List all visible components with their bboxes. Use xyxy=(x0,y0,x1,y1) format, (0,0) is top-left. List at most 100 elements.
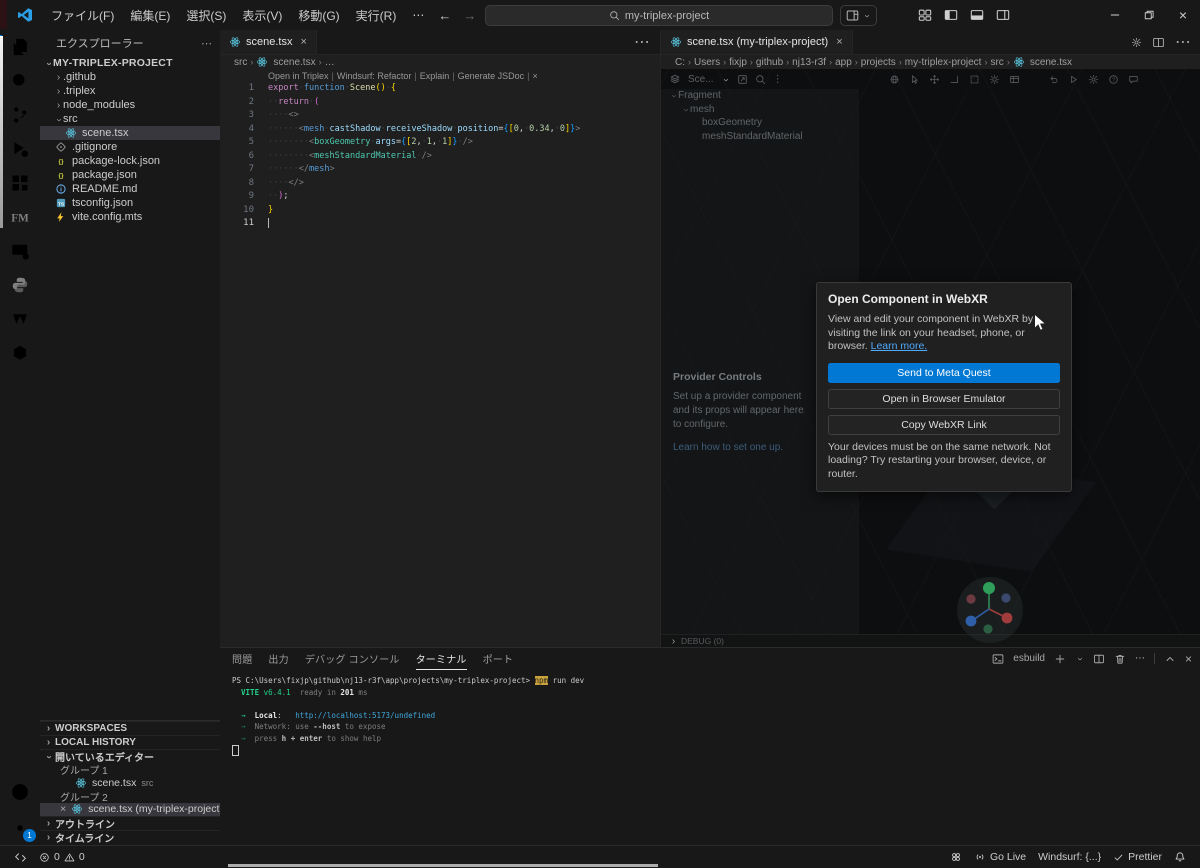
kebab-menu-icon[interactable]: ⋮ xyxy=(773,74,783,85)
activity-extensions-icon[interactable] xyxy=(0,166,40,200)
customize-layout-icon[interactable] xyxy=(918,8,932,22)
panel-tab-問題[interactable]: 問題 xyxy=(232,648,252,670)
breadcrumb-item[interactable]: … xyxy=(325,57,335,68)
learn-more-link[interactable]: Learn more. xyxy=(871,340,928,352)
globe-tool-icon[interactable] xyxy=(889,74,900,85)
axis-gizmo[interactable] xyxy=(955,575,1025,645)
tree-item--triplex[interactable]: ›.triplex xyxy=(40,84,220,98)
tree-root[interactable]: ›MY-TRIPLEX-PROJECT xyxy=(40,56,220,70)
search-icon[interactable] xyxy=(755,74,766,85)
codelens-dismiss-icon[interactable]: × xyxy=(533,71,538,81)
breadcrumb-item[interactable]: C: xyxy=(675,57,685,68)
breadcrumb-item[interactable]: scene.tsx xyxy=(273,57,315,68)
activity-account-icon[interactable] xyxy=(0,775,40,809)
tree-item-scene-tsx[interactable]: scene.tsx xyxy=(40,126,220,140)
camera-tool-icon[interactable] xyxy=(1009,74,1020,85)
codelens[interactable]: Open in Triplex|Windsurf: Refactor|Expla… xyxy=(268,71,660,81)
terminal-instance-label[interactable]: esbuild xyxy=(1013,653,1045,664)
nav-back-icon[interactable]: ← xyxy=(438,8,451,23)
breadcrumb-item[interactable]: app xyxy=(835,57,852,68)
activity-windsurf-icon[interactable] xyxy=(0,302,40,336)
breadcrumb-item[interactable]: my-triplex-project xyxy=(905,57,982,68)
activity-python-icon[interactable] xyxy=(0,268,40,302)
activity-search-icon[interactable] xyxy=(0,64,40,98)
scene-node-mesh[interactable]: ›mesh xyxy=(661,103,859,117)
code-line-10[interactable]: 10} xyxy=(220,204,660,218)
split-editor-icon[interactable] xyxy=(1152,36,1165,49)
command-center-search[interactable]: my-triplex-project xyxy=(485,5,833,26)
activity-remote-device-icon[interactable] xyxy=(0,234,40,268)
section-タイムライン[interactable]: ›タイムライン xyxy=(40,830,220,844)
breadcrumb-item[interactable]: src xyxy=(234,57,247,68)
editor-actions-more-icon[interactable]: ⋯ xyxy=(634,32,650,52)
scene-node-fragment[interactable]: ›Fragment xyxy=(661,89,859,103)
menu-item-5[interactable]: 実行(R) xyxy=(348,4,405,26)
play-tool-icon[interactable] xyxy=(1068,74,1079,85)
code-line-5[interactable]: 5········<boxGeometry·args={[2,·1,·1]}·/… xyxy=(220,136,660,150)
go-live-button[interactable]: Go Live xyxy=(968,846,1032,868)
tree-item--gitignore[interactable]: .gitignore xyxy=(40,140,220,154)
code-line-3[interactable]: 3····<> xyxy=(220,109,660,123)
tree-item-vite-config-mts[interactable]: vite.config.mts xyxy=(40,210,220,224)
code-line-7[interactable]: 7······</mesh> xyxy=(220,163,660,177)
activity-run-debug-icon[interactable] xyxy=(0,132,40,166)
problems-status[interactable]: 0 0 xyxy=(33,846,91,868)
breadcrumb-item[interactable]: nj13-r3f xyxy=(792,57,826,68)
extension-status-icon[interactable] xyxy=(944,846,968,868)
activity-source-control-icon[interactable] xyxy=(0,98,40,132)
section-アウトライン[interactable]: ›アウトライン xyxy=(40,816,220,830)
copy-webxr-link-button[interactable]: Copy WebXR Link xyxy=(828,415,1060,435)
open-in-browser-emulator-button[interactable]: Open in Browser Emulator xyxy=(828,389,1060,409)
breadcrumb-item[interactable]: github xyxy=(756,57,783,68)
codelens-action[interactable]: Windsurf: Refactor xyxy=(337,71,412,81)
panel-tab-ポート[interactable]: ポート xyxy=(483,648,514,670)
code-editor[interactable]: Open in Triplex|Windsurf: Refactor|Expla… xyxy=(220,69,660,647)
codelens-action[interactable]: Generate JSDoc xyxy=(458,71,525,81)
undo-tool-icon[interactable] xyxy=(1048,74,1059,85)
kill-terminal-icon[interactable] xyxy=(1114,653,1126,665)
rotate-tool-icon[interactable] xyxy=(949,74,960,85)
codelens-action[interactable]: Open in Triplex xyxy=(268,71,329,81)
section-local-history[interactable]: ›LOCAL HISTORY xyxy=(40,735,220,749)
code-line-8[interactable]: 8····</> xyxy=(220,177,660,191)
light-tool-icon[interactable] xyxy=(989,74,1000,85)
menu-overflow[interactable]: ⋯ xyxy=(404,4,432,26)
scene-node-meshstandardmaterial[interactable]: meshStandardMaterial xyxy=(661,130,859,144)
panel-tab-出力[interactable]: 出力 xyxy=(268,648,288,670)
maximize-panel-icon[interactable] xyxy=(1164,653,1176,665)
open-editor-item[interactable]: scene.tsxsrc xyxy=(40,776,220,790)
code-line-9[interactable]: 9··); xyxy=(220,190,660,204)
debug-bar[interactable]: › DEBUG (0) xyxy=(661,634,1200,647)
breadcrumb-item[interactable]: projects xyxy=(861,57,896,68)
breadcrumb-item[interactable]: fixjp xyxy=(729,57,747,68)
close-panel-icon[interactable]: × xyxy=(1185,652,1192,666)
gear-icon[interactable] xyxy=(1131,37,1142,48)
tree-item-node-modules[interactable]: ›node_modules xyxy=(40,98,220,112)
open-in-editor-icon[interactable] xyxy=(737,74,748,85)
editor-actions-more-icon[interactable]: ⋯ xyxy=(1175,32,1191,52)
section-workspaces[interactable]: ›WORKSPACES xyxy=(40,721,220,735)
tree-item-readme-md[interactable]: README.md xyxy=(40,182,220,196)
menu-item-2[interactable]: 選択(S) xyxy=(178,4,234,26)
breadcrumb-item[interactable]: scene.tsx xyxy=(1030,57,1072,68)
tree-item-package-lock-json[interactable]: {}package-lock.json xyxy=(40,154,220,168)
tab-scene-triplex[interactable]: scene.tsx (my-triplex-project) × xyxy=(661,30,853,54)
close-button[interactable]: × xyxy=(1166,0,1200,30)
code-line-1[interactable]: 1export·function·Scene()·{ xyxy=(220,82,660,96)
toggle-sidebar-icon[interactable] xyxy=(944,8,958,22)
minimize-button[interactable] xyxy=(1098,0,1132,30)
tree-item-package-json[interactable]: {}package.json xyxy=(40,168,220,182)
layout-dropdown-button[interactable]: › xyxy=(840,5,877,26)
breadcrumb-item[interactable]: src xyxy=(990,57,1003,68)
scene-select[interactable]: Sce... xyxy=(688,74,714,85)
tree-item-tsconfig-json[interactable]: TStsconfig.json xyxy=(40,196,220,210)
nav-forward-icon[interactable]: → xyxy=(463,8,476,23)
breadcrumb[interactable]: src›scene.tsx›… xyxy=(220,55,660,69)
split-terminal-icon[interactable] xyxy=(1093,653,1105,665)
new-terminal-icon[interactable] xyxy=(1054,653,1066,665)
breadcrumb-item[interactable]: Users xyxy=(694,57,720,68)
chevron-down-icon[interactable]: › xyxy=(1075,655,1086,664)
windsurf-status[interactable]: Windsurf: {...} xyxy=(1032,846,1107,868)
menu-item-0[interactable]: ファイル(F) xyxy=(43,4,122,26)
menu-item-4[interactable]: 移動(G) xyxy=(290,4,347,26)
